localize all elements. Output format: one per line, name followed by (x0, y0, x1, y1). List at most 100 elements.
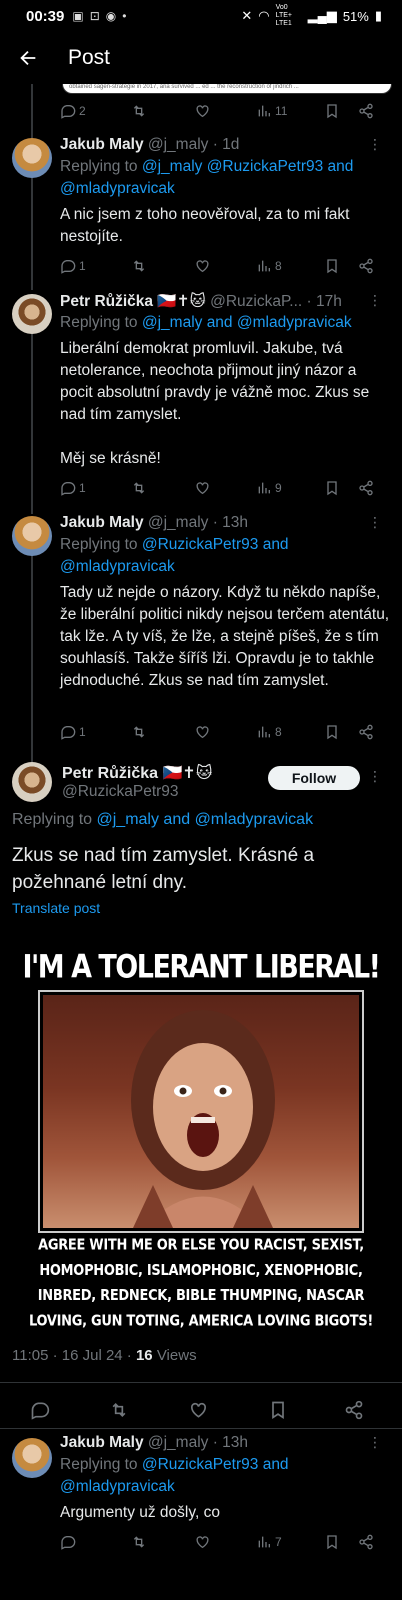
share-button[interactable] (358, 103, 374, 119)
tweet-time: · 13h (212, 1434, 249, 1451)
retweet-button[interactable] (130, 1534, 148, 1550)
action-bar: 1 8 (60, 256, 390, 276)
tweet-time: · 1d (212, 136, 240, 153)
like-button[interactable] (194, 724, 211, 740)
reply-icon (31, 1402, 50, 1420)
like-button[interactable] (194, 258, 211, 274)
author-name[interactable]: Petr Růžička 🇨🇿✝🐱 (62, 763, 213, 783)
tweet[interactable]: Jakub Maly @j_maly · 1d ⋮ Replying to @j… (0, 130, 402, 286)
main-action-bar (0, 1392, 402, 1428)
replying-to: Replying to @RuzickaPetr93 and @mladypra… (60, 536, 289, 575)
battery-icon: ▮ (374, 8, 382, 23)
translate-link[interactable]: Translate post (12, 900, 100, 916)
bookmark-button[interactable] (324, 1534, 340, 1550)
like-button[interactable] (188, 1400, 209, 1420)
more-icon[interactable]: ⋮ (368, 292, 382, 309)
reply-button[interactable]: 1 (60, 480, 86, 496)
like-button[interactable] (194, 1534, 211, 1550)
author-name[interactable]: Petr Růžička 🇨🇿✝🐱 (60, 293, 206, 310)
tweet-text: A nic jsem z toho neověřoval, za to mi f… (60, 206, 350, 245)
views-button[interactable]: 8 (256, 724, 282, 740)
tweet[interactable]: Jakub Maly @j_maly · 13h ⋮ Replying to @… (0, 1428, 402, 1600)
retweet-button[interactable] (108, 1400, 130, 1420)
views-label: Views (152, 1347, 197, 1364)
reply-button[interactable] (60, 1534, 76, 1550)
bookmark-icon (327, 481, 337, 496)
author-name[interactable]: Jakub Maly (60, 1434, 144, 1451)
mention-link[interactable]: @j_maly and @mladypravicak (97, 811, 314, 828)
network-label: Vo0 LTE+ LTE1 (275, 4, 292, 27)
share-icon (359, 1534, 373, 1550)
arrow-left-icon (20, 50, 36, 66)
author-name[interactable]: Jakub Maly (60, 136, 144, 153)
bookmark-button[interactable] (324, 480, 340, 496)
share-button[interactable] (358, 480, 374, 496)
heart-icon (196, 726, 209, 739)
views-button[interactable]: 9 (256, 480, 282, 496)
retweet-button[interactable] (130, 103, 148, 119)
reply-button[interactable] (30, 1400, 50, 1420)
reply-icon (61, 726, 76, 740)
more-icon[interactable]: ⋮ (368, 768, 382, 785)
game-icon: ◉ (105, 9, 117, 23)
more-icon[interactable]: ⋮ (368, 136, 382, 153)
reply-button[interactable]: 1 (60, 258, 86, 274)
action-bar: 7 (60, 1532, 390, 1552)
author-handle[interactable]: @j_maly (148, 1434, 209, 1451)
tweet-image[interactable]: I'M A TOLERANT LIBERAL! AGREE WITH ME OR… (0, 940, 402, 1344)
reply-button[interactable]: 2 (60, 103, 86, 119)
share-icon (359, 724, 373, 740)
like-button[interactable] (194, 103, 211, 119)
scan-icon: ⊡ (89, 9, 100, 23)
retweet-button[interactable] (130, 258, 148, 274)
avatar[interactable] (12, 516, 52, 556)
more-icon[interactable]: ⋮ (368, 514, 382, 531)
author-handle[interactable]: @RuzickaP... (210, 293, 302, 310)
quote-card[interactable]: obtained sagen-strategie in 2017, aria s… (62, 84, 392, 94)
image-icon: ▣ (72, 9, 84, 23)
retweet-button[interactable] (130, 480, 148, 496)
tweet-time: · 17h (306, 293, 342, 310)
tweet[interactable]: Jakub Maly @j_maly · 13h ⋮ Replying to @… (0, 508, 402, 754)
bookmark-icon (327, 259, 337, 274)
views-button[interactable]: 8 (256, 258, 282, 274)
bookmark-icon (327, 104, 337, 119)
heart-icon (196, 260, 209, 273)
share-button[interactable] (358, 258, 374, 274)
share-button[interactable] (358, 724, 374, 740)
mention-link[interactable]: @j_maly and @mladypravicak (142, 314, 352, 331)
retweet-button[interactable] (130, 724, 148, 740)
avatar[interactable] (12, 762, 52, 802)
share-button[interactable] (344, 1400, 364, 1420)
bookmark-button[interactable] (324, 258, 340, 274)
meme-title: I'M A TOLERANT LIBERAL! (22, 948, 381, 987)
avatar[interactable] (12, 138, 52, 178)
author-handle[interactable]: @j_maly (148, 136, 209, 153)
share-button[interactable] (358, 1534, 374, 1550)
author-handle[interactable]: @RuzickaPetr93 (62, 783, 179, 801)
bookmark-button[interactable] (324, 724, 340, 740)
views-button[interactable]: 11 (256, 103, 287, 119)
share-icon (359, 480, 373, 496)
views-icon (258, 482, 270, 494)
reply-button[interactable]: 1 (60, 724, 86, 740)
like-button[interactable] (194, 480, 211, 496)
follow-button[interactable]: Follow (268, 766, 360, 790)
bookmark-button[interactable] (324, 103, 340, 119)
author-name[interactable]: Jakub Maly (60, 514, 144, 531)
page-title: Post (68, 46, 111, 69)
more-icon[interactable]: ⋮ (368, 1434, 382, 1451)
heart-icon (196, 482, 209, 495)
avatar[interactable] (12, 294, 52, 334)
reply-icon (61, 482, 76, 496)
retweet-icon (133, 1536, 145, 1548)
bookmark-icon (327, 1535, 337, 1550)
author-handle[interactable]: @j_maly (148, 514, 209, 531)
views-button[interactable]: 7 (256, 1534, 282, 1550)
back-button[interactable] (0, 32, 56, 84)
screaming-woman-image (131, 1010, 275, 1228)
avatar[interactable] (12, 1438, 52, 1478)
bookmark-button[interactable] (268, 1400, 288, 1420)
heart-icon (196, 1536, 209, 1549)
tweet[interactable]: Petr Růžička 🇨🇿✝🐱 @RuzickaP... · 17h ⋮ R… (0, 286, 402, 508)
